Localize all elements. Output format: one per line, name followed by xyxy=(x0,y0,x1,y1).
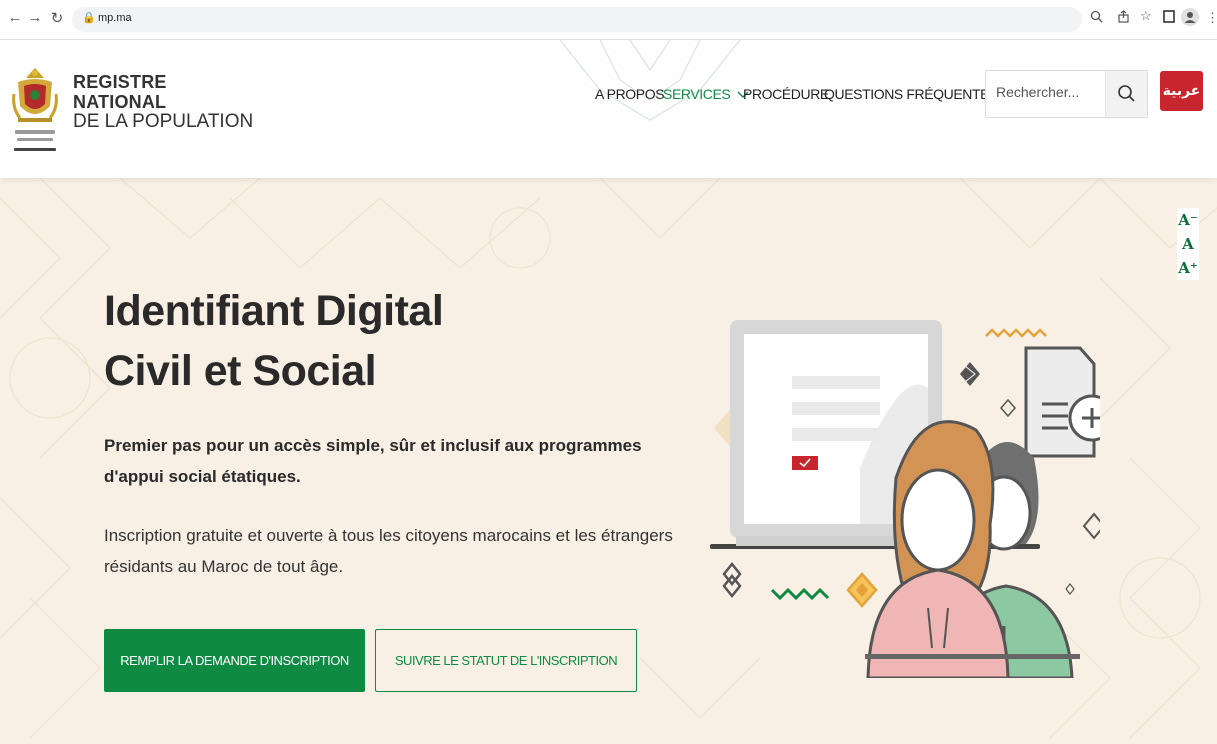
nav-link-about[interactable]: A PROPOS xyxy=(595,86,665,102)
url-text: mp.ma xyxy=(98,12,132,24)
site-brand[interactable]: REGISTRE NATIONAL DE LA POPULATION xyxy=(73,72,253,132)
brand-line-2: NATIONAL xyxy=(73,92,167,112)
browser-toolbar: ← → ↻ 🔒 mp.ma ☆ ⋮ xyxy=(0,0,1217,40)
hero-section: Identifiant Digital Civil et Social Prem… xyxy=(0,178,1217,744)
font-increase-button[interactable]: A⁺ xyxy=(1177,256,1199,280)
font-decrease-button[interactable]: A⁻ xyxy=(1177,208,1199,232)
site-header: REGISTRE NATIONAL DE LA POPULATION A PRO… xyxy=(0,40,1217,178)
search-input[interactable] xyxy=(996,84,1106,100)
brand-line-1: REGISTRE xyxy=(73,72,167,92)
search-box xyxy=(985,70,1148,118)
nav-link-services[interactable]: SERVICES xyxy=(663,86,749,102)
reload-icon[interactable]: ↻ xyxy=(48,9,66,27)
hero-illustration xyxy=(710,320,1100,678)
hero-subtitle: Premier pas pour un accès simple, sûr et… xyxy=(104,436,642,486)
side-panel-icon[interactable] xyxy=(1163,10,1175,26)
forward-icon[interactable]: → xyxy=(26,9,44,26)
hero-description: Inscription gratuite et ouverte à tous l… xyxy=(104,526,673,576)
hero-title-line-1: Identifiant Digital xyxy=(104,287,444,335)
zoom-icon[interactable] xyxy=(1090,10,1103,26)
search-icon xyxy=(1118,85,1135,102)
brand-line-3: DE LA POPULATION xyxy=(73,111,254,132)
arabic-language-button[interactable]: عربية xyxy=(1160,71,1203,111)
nav-link-procedure[interactable]: PROCÉDURE xyxy=(743,86,829,102)
address-bar[interactable]: 🔒 mp.ma xyxy=(72,7,1082,32)
profile-avatar-icon[interactable] xyxy=(1181,8,1199,29)
font-normal-button[interactable]: A xyxy=(1177,232,1199,256)
fill-registration-button[interactable]: REMPLIR LA DEMANDE D'INSCRIPTION xyxy=(104,629,365,692)
font-size-controls: A⁻ A A⁺ xyxy=(1177,208,1199,280)
share-icon[interactable] xyxy=(1117,10,1130,26)
nav-link-faq[interactable]: QUESTIONS FRÉQUENTES xyxy=(824,86,998,102)
hero-title-line-2: Civil et Social xyxy=(104,347,377,395)
search-button[interactable] xyxy=(1105,71,1147,117)
back-icon[interactable]: ← xyxy=(6,9,24,26)
track-registration-status-button[interactable]: SUIVRE LE STATUT DE L'INSCRIPTION xyxy=(375,629,637,692)
menu-kebab-icon[interactable]: ⋮ xyxy=(1206,10,1217,26)
royal-coat-of-arms-logo[interactable] xyxy=(12,64,58,156)
bookmark-star-icon[interactable]: ☆ xyxy=(1140,8,1152,24)
nav-services-label: SERVICES xyxy=(663,86,731,102)
lock-icon[interactable]: 🔒 xyxy=(82,11,96,24)
hero-title: Identifiant Digital Civil et Social xyxy=(104,281,444,401)
header-pattern xyxy=(559,40,741,121)
